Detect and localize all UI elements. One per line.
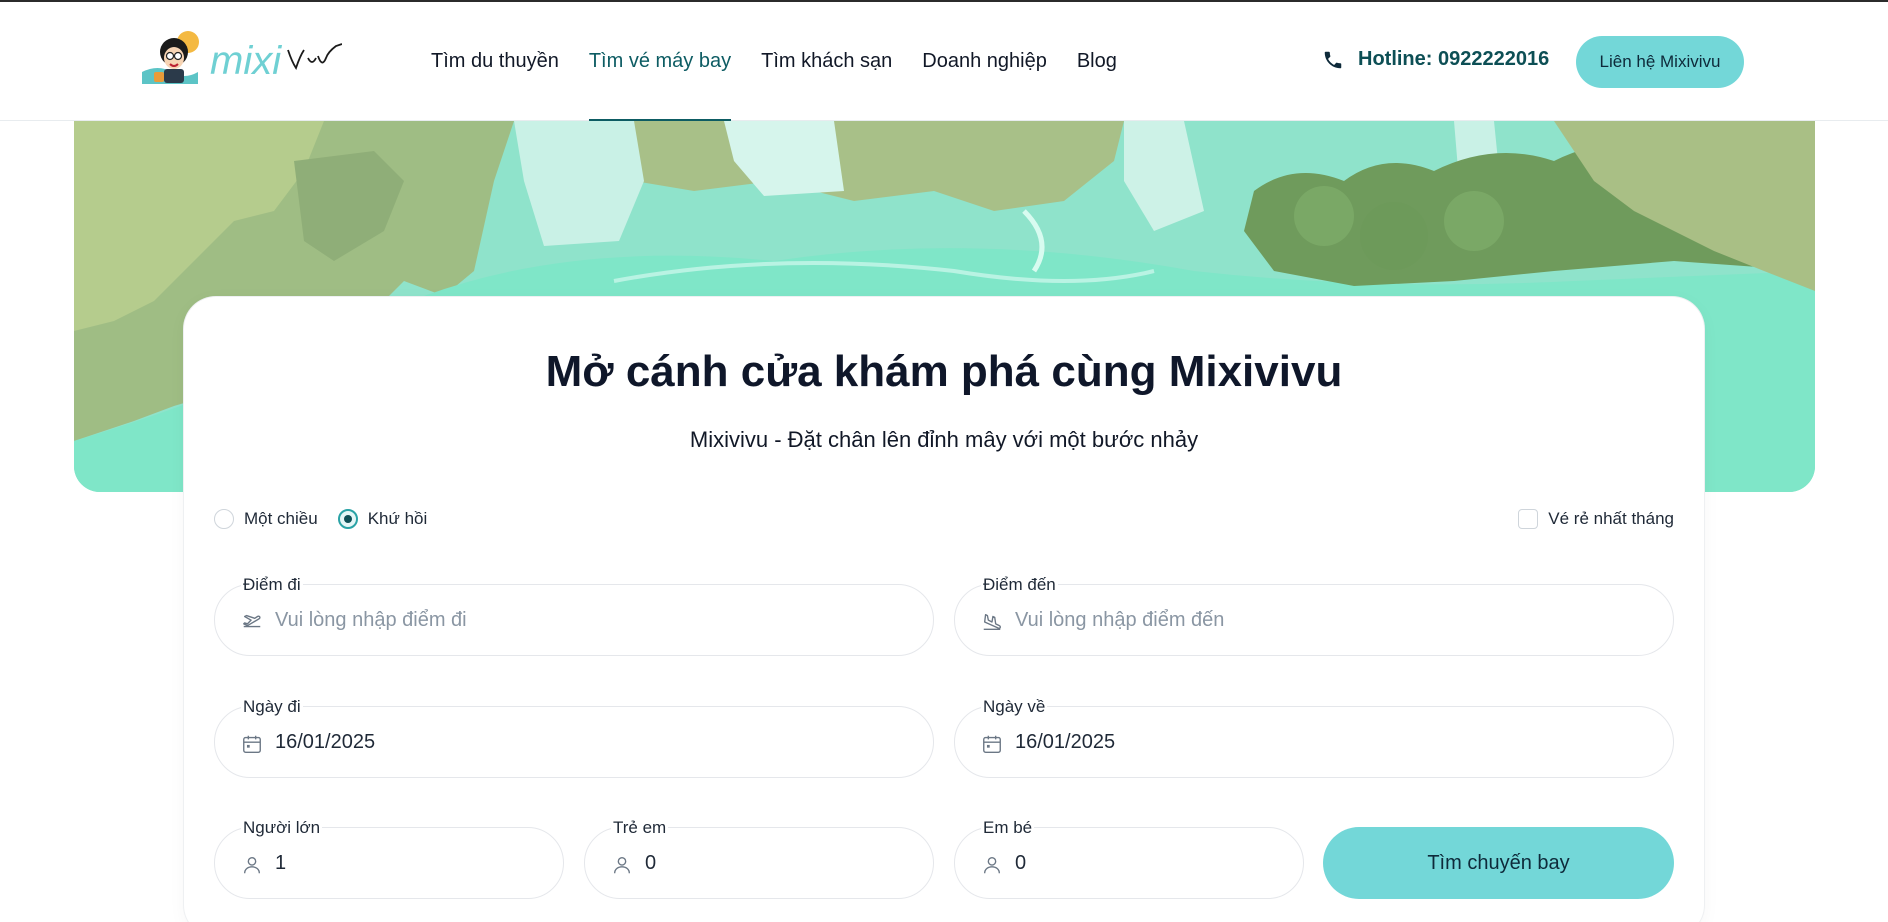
site-header: mixi Tìm du thuyền Tìm vé máy bay Tìm kh… bbox=[0, 2, 1888, 121]
hotline-text: Hotline: 0922222016 bbox=[1358, 48, 1550, 70]
from-label: Điểm đi bbox=[241, 575, 303, 595]
hotline[interactable]: Hotline: 0922222016 bbox=[1322, 48, 1549, 71]
checkbox-box bbox=[1518, 509, 1539, 529]
depart-label: Ngày đi bbox=[241, 697, 303, 717]
trip-type-group: Một chiều Khứ hồi bbox=[214, 509, 447, 529]
search-subtitle: Mixivivu - Đặt chân lên đỉnh mây với một… bbox=[689, 427, 1199, 452]
return-date-field[interactable]: Ngày về 16/01/2025 bbox=[954, 697, 1674, 778]
children-field[interactable]: Trẻ em 0 bbox=[584, 818, 934, 899]
phone-icon bbox=[1324, 51, 1342, 68]
mixivivu-logo[interactable]: mixi bbox=[142, 28, 343, 90]
radio-indicator bbox=[337, 509, 358, 529]
adults-value: 1 bbox=[275, 852, 287, 874]
user-icon bbox=[613, 856, 631, 874]
svg-text:mixi: mixi bbox=[210, 39, 282, 83]
depart-value: 16/01/2025 bbox=[275, 731, 376, 753]
one-way-radio[interactable]: Một chiều bbox=[214, 509, 318, 529]
radio-indicator bbox=[214, 509, 234, 529]
to-field[interactable]: Điểm đến Vui lòng nhập điểm đến bbox=[954, 575, 1674, 656]
adults-field[interactable]: Người lớn 1 bbox=[214, 818, 564, 899]
nav-find-cruise[interactable]: Tìm du thuyền bbox=[431, 2, 559, 121]
user-icon bbox=[243, 856, 261, 874]
calendar-icon bbox=[983, 735, 1001, 753]
nav-business[interactable]: Doanh nghiệp bbox=[922, 2, 1047, 121]
to-placeholder: Vui lòng nhập điểm đến bbox=[1015, 609, 1225, 631]
logo-graphic: mixi bbox=[142, 31, 343, 84]
round-trip-radio[interactable]: Khứ hồi bbox=[337, 509, 428, 529]
adults-label: Người lớn bbox=[241, 818, 323, 838]
cheapest-month-label: Vé rẻ nhất tháng bbox=[1548, 509, 1674, 528]
search-flights-button[interactable]: Tìm chuyến bay bbox=[1323, 827, 1674, 899]
nav-find-flight[interactable]: Tìm vé máy bay bbox=[588, 2, 732, 121]
plane-takeoff-icon bbox=[243, 614, 261, 628]
return-value: 16/01/2025 bbox=[1015, 731, 1116, 753]
children-label: Trẻ em bbox=[611, 818, 669, 838]
depart-date-field[interactable]: Ngày đi 16/01/2025 bbox=[214, 697, 934, 778]
flight-search-card: Mở cánh cửa khám phá cùng Mixivivu Mixiv… bbox=[184, 297, 1704, 922]
to-label: Điểm đến bbox=[981, 575, 1058, 595]
round-trip-label: Khứ hồi bbox=[367, 509, 428, 528]
plane-landing-icon bbox=[983, 613, 1001, 631]
from-field[interactable]: Điểm đi Vui lòng nhập điểm đi bbox=[214, 575, 934, 656]
search-title: Mở cánh cửa khám phá cùng Mixivivu bbox=[545, 347, 1343, 396]
infants-label: Em bé bbox=[981, 818, 1035, 838]
from-placeholder: Vui lòng nhập điểm đi bbox=[275, 609, 467, 631]
return-label: Ngày về bbox=[981, 697, 1048, 717]
one-way-label: Một chiều bbox=[244, 509, 318, 528]
children-value: 0 bbox=[645, 852, 657, 874]
contact-button[interactable]: Liên hệ Mixivivu bbox=[1576, 36, 1744, 88]
cheapest-month-checkbox[interactable]: Vé rẻ nhất tháng bbox=[1518, 509, 1674, 529]
nav-blog[interactable]: Blog bbox=[1077, 2, 1117, 121]
user-icon bbox=[983, 856, 1001, 874]
infants-field[interactable]: Em bé 0 bbox=[954, 818, 1304, 899]
infants-value: 0 bbox=[1015, 852, 1027, 874]
nav-find-hotel[interactable]: Tìm khách sạn bbox=[761, 2, 892, 121]
main-nav: Tìm du thuyền Tìm vé máy bay Tìm khách s… bbox=[431, 2, 1147, 121]
calendar-icon bbox=[243, 735, 261, 753]
